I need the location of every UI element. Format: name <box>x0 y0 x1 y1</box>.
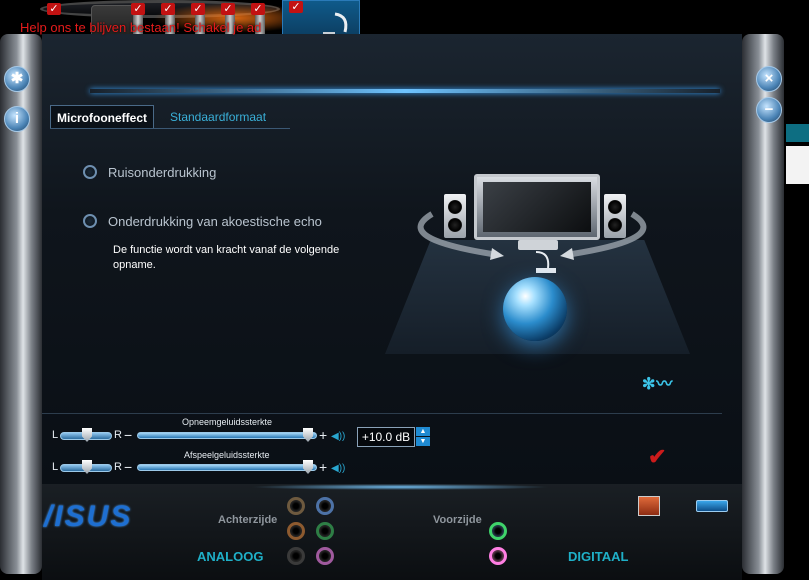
close-icon: × <box>764 70 774 87</box>
balance-left-label: L <box>52 429 59 441</box>
balance-right-label: R <box>114 461 122 473</box>
wrench-button[interactable] <box>696 500 728 512</box>
check-icon: ✓ <box>161 3 175 15</box>
increase-icon[interactable]: + <box>319 428 327 442</box>
gain-db-field[interactable]: +10.0 dB <box>357 427 415 447</box>
balance-right-label: R <box>114 429 122 441</box>
front-jack-microphone[interactable] <box>489 547 507 565</box>
gear-icon: ✱ <box>10 70 24 87</box>
microphone-sphere-illustration <box>503 277 567 341</box>
playback-volume-slider[interactable] <box>137 460 317 474</box>
decrease-icon[interactable]: − <box>124 460 132 474</box>
background-window-bar <box>786 124 809 142</box>
close-button[interactable]: × <box>756 66 782 92</box>
microphone-icon <box>535 251 556 273</box>
rear-jack-brown[interactable] <box>287 497 305 515</box>
tab-bar: Microfooneffect Standaardformaat <box>50 105 272 129</box>
background-window-content <box>786 146 809 184</box>
audio-manager-window: ✓ ✓ ✓ ✓ ✓ ✓ ✓ Help ons te blijven bestaa… <box>0 0 809 580</box>
balance-knob[interactable] <box>82 428 92 442</box>
decrease-icon[interactable]: − <box>124 428 132 442</box>
adblock-warning: Help ons te blijven bestaan! Schakel je … <box>20 20 262 35</box>
rear-jack-black[interactable] <box>287 547 305 565</box>
rear-panel-label: Achterzijde <box>218 514 278 526</box>
tab-underline <box>50 128 290 129</box>
balance-knob[interactable] <box>82 460 92 474</box>
rear-jack-pink[interactable] <box>316 547 334 565</box>
minimize-button[interactable]: − <box>756 97 782 123</box>
check-icon: ✓ <box>289 1 303 13</box>
playback-balance-slider[interactable] <box>60 460 112 474</box>
echo-cancellation-label[interactable]: Onderdrukking van akoestische echo <box>108 214 322 229</box>
increase-icon[interactable]: + <box>319 460 327 474</box>
balance-left-label: L <box>52 461 59 473</box>
connector-deck <box>42 484 742 580</box>
minimize-icon: − <box>764 101 774 118</box>
slider-divider <box>42 413 722 414</box>
analog-device-tab[interactable]: ✓ ✓ ✓ ✓ ✓ ✓ <box>40 0 313 59</box>
rear-jack-orange[interactable] <box>287 522 305 540</box>
connector-settings-button[interactable] <box>638 496 660 516</box>
info-icon: i <box>14 110 20 127</box>
front-jack-headphone[interactable] <box>489 522 507 540</box>
rear-jack-blue[interactable] <box>316 497 334 515</box>
check-icon: ✓ <box>221 3 235 15</box>
noise-suppression-radio[interactable] <box>83 165 97 179</box>
gain-down-button[interactable]: ▼ <box>416 437 430 446</box>
check-icon: ✓ <box>47 3 61 15</box>
deck-glow <box>250 484 550 490</box>
settings-button[interactable]: ✱ <box>4 66 30 92</box>
tab-microphone-effect[interactable]: Microfooneffect <box>50 105 154 129</box>
check-icon: ✓ <box>191 3 205 15</box>
noise-suppression-label[interactable]: Ruisonderdrukking <box>108 165 216 180</box>
realtek-logo-icon: ✻〰 <box>642 376 674 393</box>
echo-cancellation-radio[interactable] <box>83 214 97 228</box>
tab-default-format[interactable]: Standaardformaat <box>164 105 272 129</box>
check-icon: ✓ <box>131 3 145 15</box>
set-default-device-icon[interactable]: ✔ <box>648 444 666 470</box>
recording-balance-slider[interactable] <box>60 428 112 442</box>
header-divider <box>90 89 720 93</box>
analog-label: ANALOOG <box>197 549 264 564</box>
asus-logo: /ISUS <box>44 500 133 533</box>
recording-volume-title: Opneemgeluidssterkte <box>182 417 273 427</box>
playback-volume-title: Afspeelgeluidssterkte <box>184 450 270 460</box>
digital-label: DIGITAAL <box>568 549 629 564</box>
recording-volume-slider[interactable] <box>137 428 317 442</box>
rear-jack-green[interactable] <box>316 522 334 540</box>
speaker-volume-icon[interactable]: ◀)) <box>331 463 345 474</box>
speaker-volume-icon[interactable]: ◀)) <box>331 431 345 442</box>
info-button[interactable]: i <box>4 106 30 132</box>
gain-up-button[interactable]: ▲ <box>416 427 430 436</box>
front-panel-label: Voorzijde <box>433 514 482 526</box>
background-window-edge <box>786 120 809 210</box>
check-icon: ✓ <box>251 3 265 15</box>
effect-note: De functie wordt van kracht vanaf de vol… <box>113 244 340 271</box>
